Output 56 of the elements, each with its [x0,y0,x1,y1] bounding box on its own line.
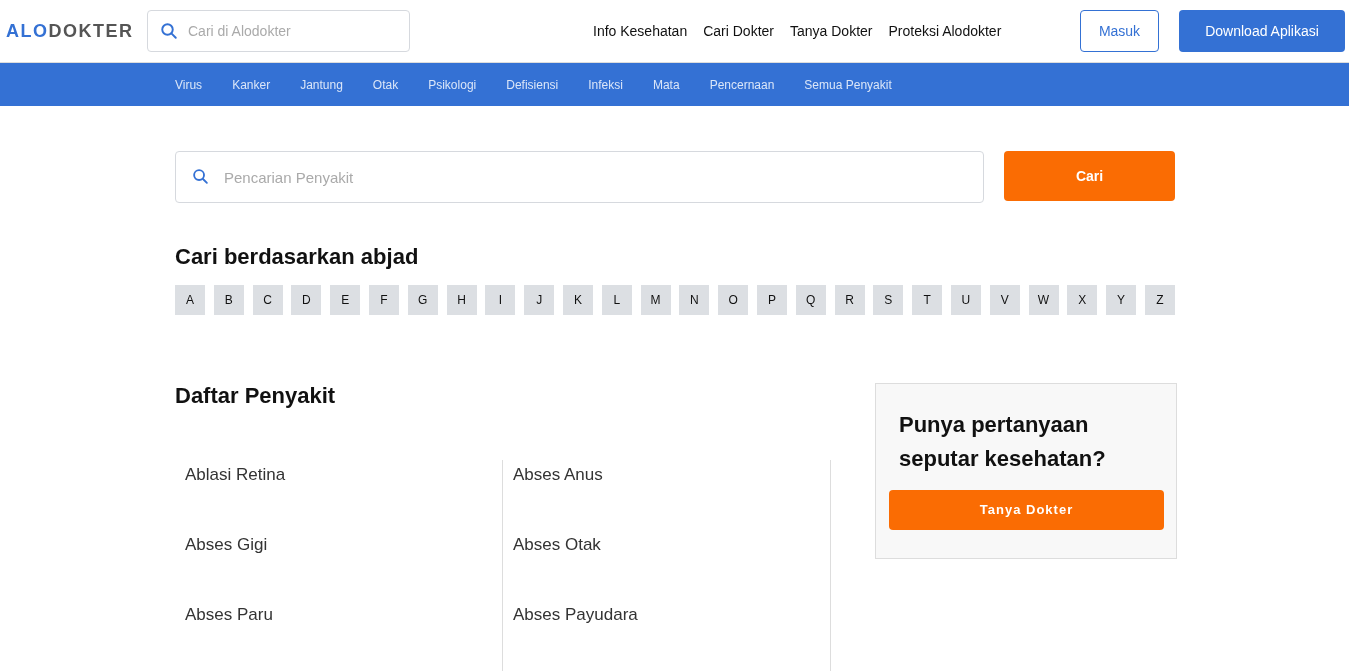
category-link[interactable]: Infeksi [588,75,623,94]
letter-button[interactable]: F [369,285,399,315]
letter-button[interactable]: Z [1144,285,1175,315]
card-title: Punya pertanyaan seputar kesehatan? [898,411,1107,473]
category-link[interactable]: Defisiensi [506,75,559,94]
disease-link[interactable]: Abses Gigi [185,532,502,557]
nav-link[interactable]: Info Kesehatan [593,20,688,42]
letter-button[interactable]: U [950,285,981,315]
section-title: Cari berdasarkan abjad [175,243,420,271]
category-link[interactable]: Otak [372,75,399,94]
letter-button[interactable]: C [252,285,283,315]
login-button[interactable]: Masuk [1080,10,1159,52]
letter-button[interactable]: N [679,285,710,315]
disease-link[interactable]: Abses Otak [513,532,830,557]
letter-button[interactable]: T [912,285,943,315]
search-field[interactable]: Cari di Alodokter [147,10,410,52]
letter-button[interactable]: H [446,285,477,315]
nav-link[interactable]: Proteksi Alodokter [888,20,1002,42]
category-link[interactable]: Mata [652,75,680,94]
nav-link[interactable]: Tanya Dokter [790,20,873,42]
letter-button[interactable]: B [213,285,244,315]
letter-button[interactable]: J [524,285,555,315]
category-link[interactable]: Semua Penyakit [804,75,892,94]
letter-button[interactable]: P [756,285,787,315]
letter-button[interactable]: S [873,285,904,315]
letter-button[interactable]: O [718,285,749,315]
letter-button[interactable]: M [640,285,671,315]
category-link[interactable]: Virus [175,75,203,94]
category-link[interactable]: Kanker [232,75,271,94]
section-title: Daftar Penyakit [175,382,337,410]
letter-button[interactable]: W [1028,285,1059,315]
letter-button[interactable]: A [175,285,205,315]
letter-button[interactable]: D [291,285,322,315]
letter-button[interactable]: L [601,285,632,315]
letter-button[interactable]: Y [1106,285,1137,315]
letter-button[interactable]: I [485,285,516,315]
nav-link[interactable]: Cari Dokter [703,20,774,42]
category-link[interactable]: Pencernaan [709,75,775,94]
disease-link[interactable]: Abses Payudara [513,602,830,627]
disease-link[interactable]: Ablasi Retina [185,462,502,487]
disease-search-field[interactable]: Pencarian Penyakit [175,151,984,203]
letter-button[interactable]: V [989,285,1020,315]
letter-button[interactable]: E [330,285,361,315]
category-link[interactable]: Psikologi [428,75,477,94]
search-icon [192,168,209,185]
download-app-button[interactable]: Download Aplikasi [1179,10,1345,52]
letter-button[interactable]: R [834,285,865,315]
category-link[interactable]: Jantung [300,75,343,94]
letter-button[interactable]: K [562,285,593,315]
disease-link[interactable]: Abses Paru [185,602,502,627]
logo[interactable]: ALODOKTER [6,17,136,45]
letter-button[interactable]: X [1067,285,1098,315]
search-icon [160,22,178,40]
letter-button[interactable]: Q [795,285,826,315]
disease-link[interactable]: Abses Anus [513,462,830,487]
letter-button[interactable]: G [407,285,438,315]
